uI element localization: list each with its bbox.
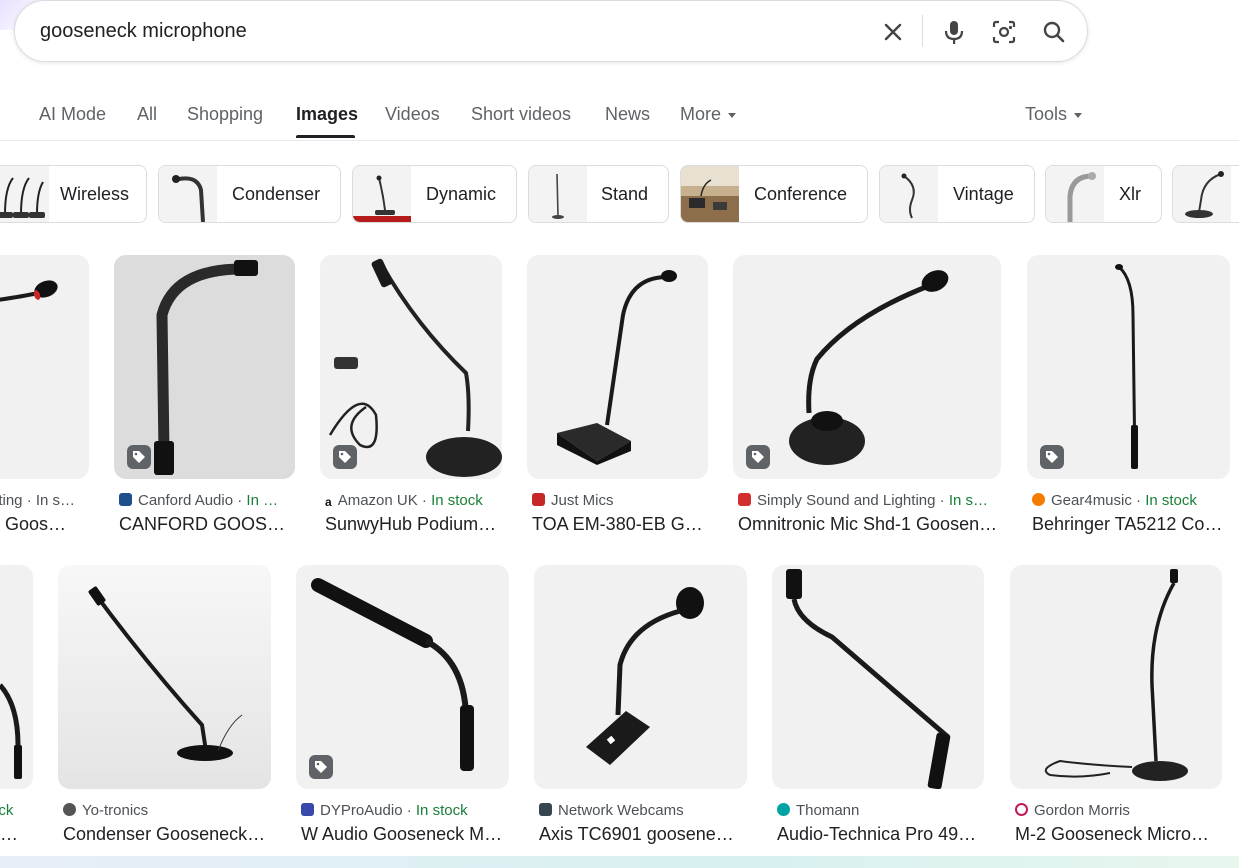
active-tab-indicator xyxy=(296,135,355,138)
result-image[interactable] xyxy=(527,255,708,479)
chip-thumbnail xyxy=(159,166,217,222)
chip-thumbnail xyxy=(681,166,739,222)
taskbar-strip xyxy=(0,856,1239,868)
result-source: Thomann xyxy=(777,802,984,819)
tab-shopping[interactable]: Shopping xyxy=(187,104,263,125)
price-tag-icon xyxy=(127,445,151,469)
chip-label: Xlr xyxy=(1119,184,1141,204)
result-source: a Amazon UK · In stock xyxy=(325,492,483,509)
tools-label: Tools xyxy=(1025,104,1068,124)
result-title[interactable]: n… xyxy=(0,824,33,845)
result-image[interactable] xyxy=(534,565,747,789)
price-tag-icon xyxy=(1040,445,1064,469)
result-image[interactable] xyxy=(0,565,33,789)
result-image[interactable] xyxy=(320,255,502,479)
result-title[interactable]: SunwyHub Podium… xyxy=(325,514,502,535)
result-source: DYProAudio · In stock xyxy=(301,802,509,819)
result-title[interactable]: Axis TC6901 goosene… xyxy=(539,824,747,845)
result-image[interactable] xyxy=(58,565,271,789)
result-title[interactable]: W Audio Gooseneck M… xyxy=(301,824,509,845)
chip-label: Wireless xyxy=(60,184,130,204)
tab-all[interactable]: All xyxy=(137,104,157,125)
chip-thumbnail xyxy=(0,166,49,222)
favicon-icon xyxy=(1015,803,1028,816)
result-title[interactable]: 2 Goos… xyxy=(0,514,89,535)
result-image[interactable] xyxy=(1010,565,1222,789)
favicon-icon xyxy=(63,803,76,816)
tab-videos[interactable]: Videos xyxy=(385,104,440,125)
chip-vintage[interactable]: Vintage xyxy=(879,165,1035,223)
favicon-icon xyxy=(532,493,545,506)
mic-icon[interactable] xyxy=(939,17,969,47)
lens-icon[interactable] xyxy=(989,17,1019,47)
search-nav: AI Mode All Shopping Images Videos Short… xyxy=(0,100,1239,138)
nav-divider xyxy=(0,140,1239,141)
result-title[interactable]: TOA EM-380-EB G… xyxy=(532,514,708,535)
search-icon[interactable] xyxy=(1039,17,1069,47)
tab-news[interactable]: News xyxy=(605,104,650,125)
favicon-icon xyxy=(119,493,132,506)
chip-wireless[interactable]: Wireless xyxy=(0,165,147,223)
result-image[interactable] xyxy=(733,255,1001,479)
chip-thumbnail xyxy=(1046,166,1104,222)
result-image[interactable] xyxy=(0,255,89,479)
amazon-icon: a xyxy=(325,495,332,509)
chip-more[interactable] xyxy=(1172,165,1239,223)
result-source: Gear4music · In stock xyxy=(1032,492,1230,509)
result-image[interactable] xyxy=(772,565,984,789)
result-title[interactable]: Audio-Technica Pro 49… xyxy=(777,824,984,845)
tab-images[interactable]: Images xyxy=(296,104,358,125)
result-source: nting · In s… xyxy=(0,492,76,509)
chip-label: Condenser xyxy=(232,184,321,204)
chevron-down-icon xyxy=(728,112,737,118)
favicon-icon xyxy=(777,803,790,816)
result-image[interactable] xyxy=(1027,255,1230,479)
chip-xlr[interactable]: Xlr xyxy=(1045,165,1162,223)
search-divider xyxy=(922,15,923,47)
result-source: Simply Sound and Lighting · In s… xyxy=(738,492,1001,509)
result-title[interactable]: Condenser Gooseneck… xyxy=(63,824,271,845)
result-image[interactable] xyxy=(114,255,295,479)
chip-conference[interactable]: Conference xyxy=(680,165,868,223)
tab-short-videos[interactable]: Short videos xyxy=(471,104,571,125)
chip-label: Dynamic xyxy=(426,184,497,204)
tools-button[interactable]: Tools xyxy=(1025,104,1083,125)
result-title[interactable]: M-2 Gooseneck Micro… xyxy=(1015,824,1222,845)
chip-label: Conference xyxy=(754,184,848,204)
chip-label: Vintage xyxy=(953,184,1014,204)
chip-thumbnail xyxy=(880,166,938,222)
tab-more-label: More xyxy=(680,104,722,124)
chevron-down-icon xyxy=(1074,112,1083,118)
favicon-icon xyxy=(1032,493,1045,506)
chip-thumbnail xyxy=(1173,166,1231,222)
search-bar[interactable]: gooseneck microphone xyxy=(14,0,1088,62)
result-source: Yo-tronics xyxy=(63,802,271,819)
close-icon[interactable] xyxy=(878,17,908,47)
favicon-icon xyxy=(539,803,552,816)
favicon-icon xyxy=(738,493,751,506)
result-title[interactable]: Behringer TA5212 Co… xyxy=(1032,514,1230,535)
tab-ai-mode[interactable]: AI Mode xyxy=(39,104,106,125)
favicon-icon xyxy=(301,803,314,816)
chip-label: Stand xyxy=(601,184,649,204)
chip-dynamic[interactable]: Dynamic xyxy=(352,165,517,223)
result-source: Just Mics xyxy=(532,492,708,509)
result-image[interactable] xyxy=(296,565,509,789)
result-source: Canford Audio · In … xyxy=(119,492,295,509)
result-source: Gordon Morris xyxy=(1015,802,1222,819)
tab-more[interactable]: More xyxy=(680,104,737,125)
result-title[interactable]: CANFORD GOOS… xyxy=(119,514,295,535)
chip-condenser[interactable]: Condenser xyxy=(158,165,341,223)
result-title[interactable]: Omnitronic Mic Shd-1 Goosen… xyxy=(738,514,1001,535)
result-source: ock xyxy=(0,802,14,819)
price-tag-icon xyxy=(333,445,357,469)
chip-thumbnail xyxy=(353,166,411,222)
chip-thumbnail xyxy=(529,166,587,222)
search-input[interactable]: gooseneck microphone xyxy=(40,20,247,43)
chip-stand[interactable]: Stand xyxy=(528,165,669,223)
result-source: Network Webcams xyxy=(539,802,747,819)
price-tag-icon xyxy=(746,445,770,469)
price-tag-icon xyxy=(309,755,333,779)
